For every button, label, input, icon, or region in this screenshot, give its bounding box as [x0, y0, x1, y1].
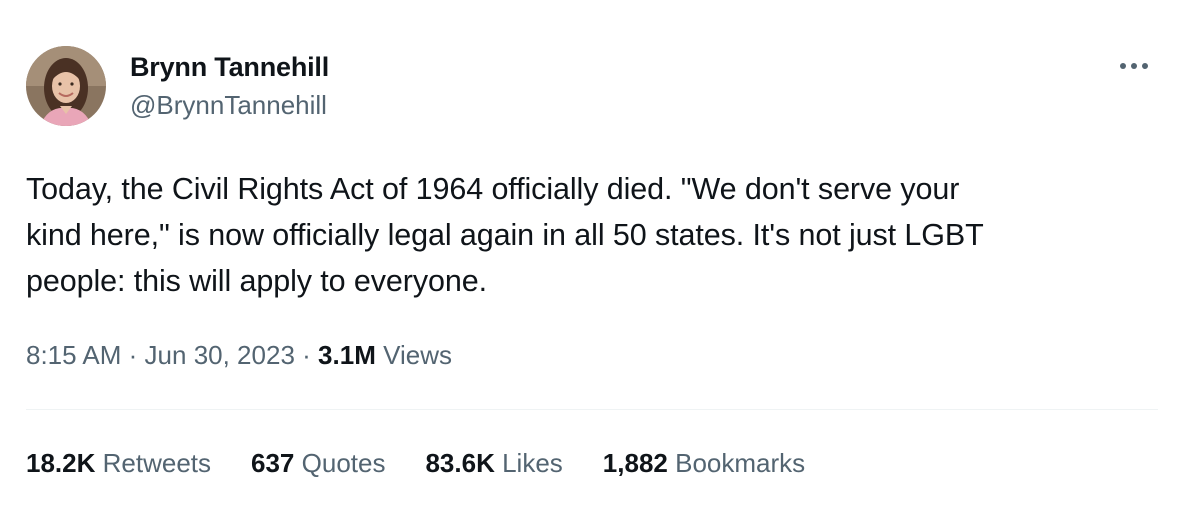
- views-label[interactable]: Views: [383, 340, 452, 370]
- tweet-meta: 8:15 AM · Jun 30, 2023 · 3.1M Views: [26, 340, 452, 371]
- author-handle[interactable]: @BrynnTannehill: [130, 90, 327, 121]
- more-horizontal-icon: [1120, 63, 1148, 69]
- retweets-stat[interactable]: 18.2K Retweets: [26, 448, 211, 479]
- quotes-count: 637: [251, 448, 295, 478]
- retweets-label: Retweets: [102, 448, 212, 478]
- bookmarks-count: 1,882: [602, 448, 668, 478]
- author-display-name[interactable]: Brynn Tannehill: [130, 52, 329, 83]
- retweets-count: 18.2K: [26, 448, 96, 478]
- divider: [26, 409, 1158, 410]
- avatar-image: [26, 46, 106, 126]
- quotes-label: Quotes: [301, 448, 386, 478]
- tweet-stats: 18.2K Retweets 637 Quotes 83.6K Likes 1,…: [26, 448, 805, 479]
- meta-separator: ·: [302, 340, 311, 370]
- tweet-text-line: Today, the Civil Rights Act of 1964 offi…: [26, 172, 960, 206]
- likes-label: Likes: [502, 448, 563, 478]
- quotes-stat[interactable]: 637 Quotes: [251, 448, 385, 479]
- tweet-time[interactable]: 8:15 AM: [26, 340, 121, 370]
- bookmarks-label: Bookmarks: [675, 448, 806, 478]
- tweet-text: Today, the Civil Rights Act of 1964 offi…: [26, 166, 1146, 304]
- views-count[interactable]: 3.1M: [318, 340, 376, 370]
- tweet-text-line: kind here," is now officially legal agai…: [26, 218, 984, 252]
- tweet-card: Brynn Tannehill @BrynnTannehill Today, t…: [0, 0, 1188, 512]
- tweet-text-line: people: this will apply to everyone.: [26, 264, 487, 298]
- bookmarks-stat[interactable]: 1,882 Bookmarks: [603, 448, 805, 479]
- tweet-date[interactable]: Jun 30, 2023: [145, 340, 295, 370]
- likes-stat[interactable]: 83.6K Likes: [425, 448, 562, 479]
- more-options-button[interactable]: [1116, 52, 1152, 80]
- likes-count: 83.6K: [425, 448, 495, 478]
- avatar[interactable]: [26, 46, 106, 126]
- meta-separator: ·: [128, 340, 138, 370]
